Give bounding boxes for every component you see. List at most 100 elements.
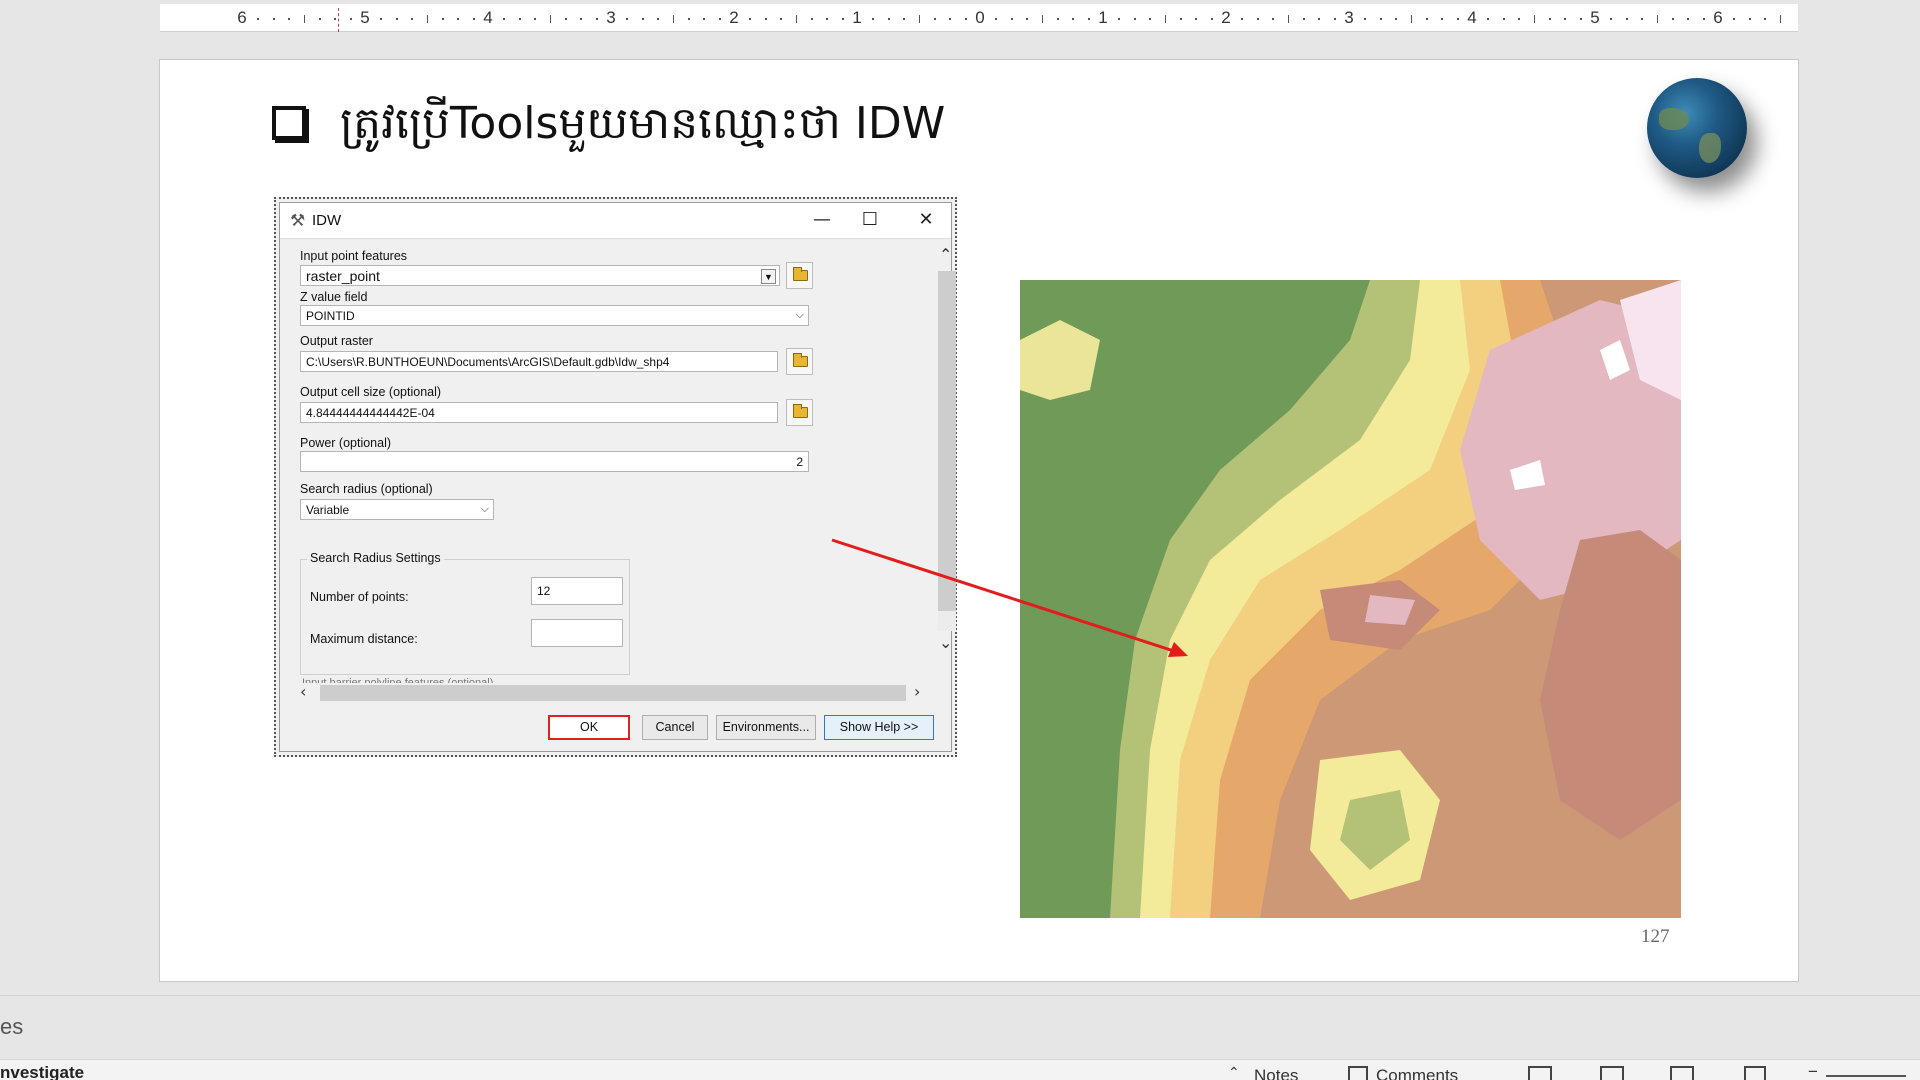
cell-size-value: 4.84444444444442E-04 <box>306 406 435 420</box>
power-field[interactable]: 2 <box>300 451 809 472</box>
input-point-field[interactable]: raster_point ▼ <box>300 265 780 286</box>
output-folder-button[interactable] <box>786 348 813 375</box>
chevron-down-icon: ⌵ <box>480 503 489 515</box>
ruler-tick <box>1748 18 1751 20</box>
ruler-tick <box>518 18 521 20</box>
ruler-tick <box>1625 18 1628 20</box>
notes-toggle-icon[interactable]: ⌃ <box>1228 1064 1240 1080</box>
ruler-label: 1 <box>852 8 862 27</box>
folder-icon <box>793 353 808 367</box>
show-help-button[interactable]: Show Help >> <box>824 715 934 740</box>
ruler-tick <box>764 18 767 20</box>
ruler-tick <box>1641 18 1644 20</box>
ruler-tick <box>1210 18 1213 20</box>
ruler-tick <box>1441 18 1444 20</box>
reading-view-icon[interactable] <box>1670 1066 1694 1080</box>
vertical-scrollbar[interactable]: ⌃ ⌄ <box>938 245 956 652</box>
environments-button[interactable]: Environments... <box>716 715 816 740</box>
scroll-left-icon[interactable]: ‹ <box>300 682 306 701</box>
scroll-right-icon[interactable]: › <box>914 682 920 701</box>
notes-placeholder[interactable]: es <box>0 1014 23 1040</box>
ruler-tick <box>687 18 690 20</box>
maximize-button[interactable]: ☐ <box>850 207 890 233</box>
power-label: Power (optional) <box>300 436 392 450</box>
ruler-tick <box>1179 18 1182 20</box>
zoom-slider[interactable] <box>1826 1075 1906 1077</box>
globe-icon <box>1647 78 1747 178</box>
cancel-button[interactable]: Cancel <box>642 715 708 740</box>
output-raster-field[interactable]: C:\Users\R.BUNTHOEUN\Documents\ArcGIS\De… <box>300 351 778 372</box>
ruler-tick <box>1118 18 1121 20</box>
ruler-tick <box>1272 18 1275 20</box>
horizontal-ruler[interactable]: 6 5 4 3 2 1 0 1 2 3 4 5 6 <box>160 4 1798 32</box>
slide-canvas[interactable]: ត្រូវប្រើToolsមួយមានឈ្មោះថា IDW ⚒ IDW — … <box>159 59 1799 982</box>
ruler-tick <box>1518 18 1521 20</box>
slide-sorter-icon[interactable] <box>1600 1066 1624 1080</box>
ruler-tick <box>810 18 813 20</box>
ruler-tick <box>1318 18 1321 20</box>
ruler-tick <box>564 18 567 20</box>
notes-toggle[interactable]: Notes <box>1254 1066 1298 1080</box>
ruler-tick <box>918 15 920 23</box>
ruler-tick <box>672 15 674 23</box>
idw-dialog: ⚒ IDW — ☐ ✕ Input point features raster_… <box>274 197 957 757</box>
ruler-tick <box>1333 18 1336 20</box>
open-folder-button[interactable] <box>786 262 813 289</box>
ruler-tick <box>780 18 783 20</box>
ruler-tick <box>1149 18 1152 20</box>
ruler-tick <box>1548 18 1551 20</box>
ruler-tick <box>641 18 644 20</box>
ruler-tick <box>318 18 321 20</box>
ruler-tick <box>1779 15 1781 23</box>
ruler-tick <box>1733 18 1736 20</box>
comments-toggle[interactable]: Comments <box>1376 1066 1458 1080</box>
ruler-tick <box>1010 18 1013 20</box>
status-investigate[interactable]: nvestigate <box>0 1063 84 1080</box>
horizontal-scrollbar[interactable]: ‹ › <box>300 682 930 703</box>
ruler-tick <box>1302 18 1305 20</box>
cell-size-folder-button[interactable] <box>786 399 813 426</box>
num-points-field[interactable]: 12 <box>531 577 623 605</box>
cell-size-field[interactable]: 4.84444444444442E-04 <box>300 402 778 423</box>
ruler-tick <box>395 18 398 20</box>
notes-pane[interactable] <box>0 995 1920 1059</box>
slideshow-icon[interactable] <box>1744 1066 1766 1080</box>
hscroll-thumb[interactable] <box>320 685 906 701</box>
ruler-label: 6 <box>237 8 247 27</box>
close-button[interactable]: ✕ <box>906 207 946 233</box>
ruler-tick <box>1133 18 1136 20</box>
ruler-tick <box>703 18 706 20</box>
ruler-label: 4 <box>1467 8 1477 27</box>
ruler-tick <box>795 15 797 23</box>
ruler-tick <box>626 18 629 20</box>
ruler-label: 1 <box>1098 8 1108 27</box>
max-distance-field[interactable] <box>531 619 623 647</box>
scroll-up-icon[interactable]: ⌃ <box>939 245 952 264</box>
minimize-button[interactable]: — <box>802 207 842 233</box>
ok-button[interactable]: OK <box>548 715 630 740</box>
zoom-out-icon[interactable]: − <box>1808 1062 1818 1080</box>
dialog-title: IDW <box>312 212 342 229</box>
ruler-tick <box>1087 18 1090 20</box>
ruler-tick <box>1687 18 1690 20</box>
ruler-tick <box>1379 18 1382 20</box>
ruler-tick <box>1241 18 1244 20</box>
ruler-tick <box>534 18 537 20</box>
ruler-tick <box>826 18 829 20</box>
ruler-tick <box>595 18 598 20</box>
scroll-thumb[interactable] <box>938 271 956 611</box>
ruler-tick <box>995 18 998 20</box>
normal-view-icon[interactable] <box>1528 1066 1552 1080</box>
folder-icon <box>793 267 808 281</box>
z-value-select[interactable]: POINTID ⌵ <box>300 305 809 326</box>
ruler-tick <box>872 18 875 20</box>
z-value-label: Z value field <box>300 290 368 304</box>
power-value: 2 <box>796 455 803 469</box>
ruler-tick <box>1487 18 1490 20</box>
comments-icon[interactable] <box>1348 1066 1368 1080</box>
ruler-tick <box>288 18 291 20</box>
scroll-down-icon[interactable]: ⌄ <box>939 633 952 652</box>
search-radius-select[interactable]: Variable ⌵ <box>300 499 494 520</box>
ruler-tick <box>1072 18 1075 20</box>
dropdown-arrow-icon[interactable]: ▼ <box>761 269 776 284</box>
